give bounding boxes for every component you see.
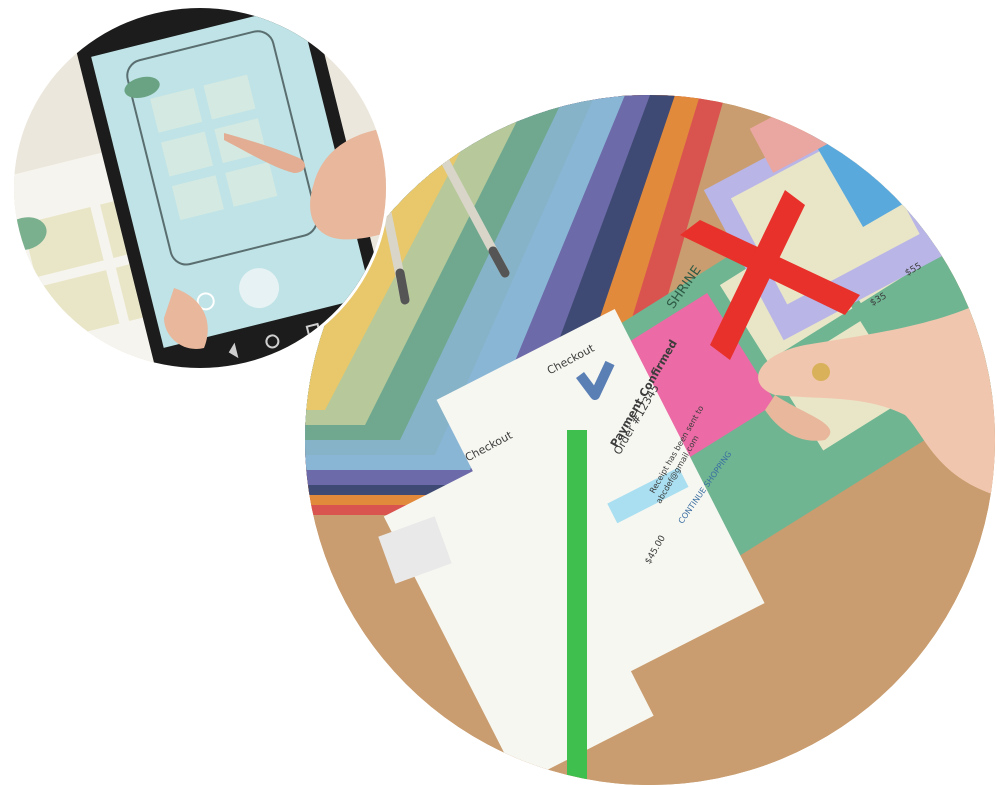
paper-prototype-photo: SHRINE SHRINE Checkout Checkout Payment …	[305, 95, 995, 785]
phone-scene	[14, 8, 386, 368]
shrine-label-top: SHRINE	[828, 95, 867, 130]
paper-prototype-scene	[305, 95, 995, 785]
phone-testing-photo	[14, 8, 386, 368]
green-highlight-strip	[567, 430, 587, 785]
price-tag: $35	[928, 206, 949, 224]
ring	[812, 363, 830, 381]
recents-nav-icon	[305, 322, 322, 339]
photo-collage: SHRINE SHRINE Checkout Checkout Payment …	[0, 0, 997, 785]
